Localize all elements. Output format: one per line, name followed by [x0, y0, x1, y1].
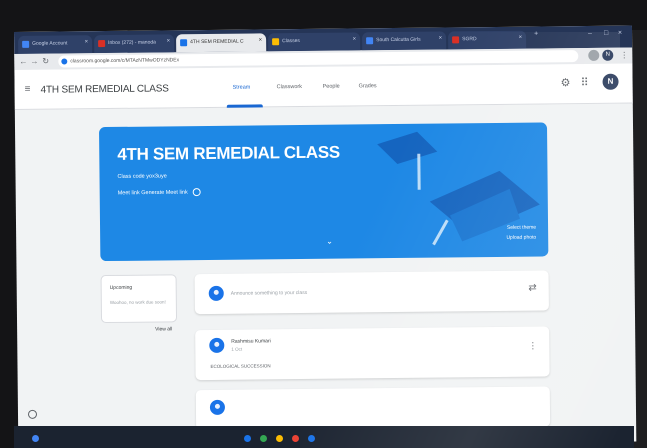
new-tab-icon[interactable]: +	[534, 31, 538, 38]
view-all-link[interactable]: View all	[155, 326, 172, 332]
upcoming-subtitle: Woohoo, no work due soon!	[109, 299, 166, 306]
profile-icon[interactable]: N	[602, 49, 614, 61]
banner-title: 4TH SEM REMEDIAL CLASS	[117, 142, 340, 164]
meet-link-text: Meet link Generate Meet link	[117, 189, 188, 197]
browser-tab-label: South Calcutta Girls	[376, 36, 421, 44]
forward-icon[interactable]: →	[30, 57, 38, 66]
hamburger-icon[interactable]: ≡	[25, 84, 31, 95]
post-author: Rashmisu Kumari	[231, 338, 271, 345]
post-date: 1 Oct	[231, 346, 243, 352]
browser-tab[interactable]: South Calcutta Girls ×	[362, 31, 447, 51]
browser-tab-label: Inbox (272) - manoda	[108, 39, 156, 47]
extension-icon[interactable]	[588, 49, 600, 61]
browser-tab[interactable]: Inbox (272) - manoda ×	[94, 34, 175, 54]
tab-grades[interactable]: Grades	[359, 83, 377, 89]
close-icon[interactable]: ×	[167, 38, 171, 44]
url-text: classroom.google.com/c/MTAzNTMwODYzNDEx	[70, 57, 180, 65]
apps-grid-icon[interactable]: ⠿	[580, 76, 589, 89]
upcoming-card: Upcoming Woohoo, no work due soon!	[100, 274, 178, 324]
class-banner: 4TH SEM REMEDIAL CLASS Class code yox3uy…	[99, 122, 549, 262]
close-icon[interactable]: ×	[439, 36, 443, 42]
user-avatar-icon	[208, 285, 224, 301]
gmail-favicon-icon	[98, 40, 106, 48]
author-avatar-icon	[209, 399, 226, 415]
google-favicon-icon	[22, 40, 30, 48]
taskbar-app-icon[interactable]	[292, 435, 299, 442]
taskbar-app-icon[interactable]	[308, 435, 315, 442]
browser-tab-label: Classes	[282, 38, 300, 45]
browser-tab-label: SGRD	[462, 36, 477, 43]
browser-tab[interactable]: Google Account ×	[18, 35, 93, 54]
info-icon[interactable]	[27, 409, 38, 419]
browser-tab[interactable]: Classes ×	[268, 32, 361, 52]
settings-icon[interactable]: ⚙	[560, 76, 571, 89]
close-icon[interactable]: ×	[519, 35, 523, 41]
browser-menu-icon[interactable]: ⋮	[620, 51, 628, 60]
classroom-favicon-icon	[272, 38, 280, 46]
page-favicon-icon	[366, 37, 374, 45]
tab-people[interactable]: People	[323, 84, 340, 90]
chevron-down-icon[interactable]: ⌄	[326, 237, 333, 246]
tab-classwork[interactable]: Classwork	[277, 84, 302, 90]
cap-tassel-small	[417, 153, 421, 190]
taskbar-app-icon[interactable]	[276, 435, 283, 442]
close-icon[interactable]: ×	[259, 37, 263, 43]
author-avatar-icon	[209, 337, 225, 353]
stream-post[interactable]	[195, 386, 551, 431]
classroom-header: ≡ 4TH SEM REMEDIAL CLASS Stream Classwor…	[14, 63, 633, 110]
upload-photo-link[interactable]: Upload photo	[506, 235, 536, 241]
browser-tab-label: Google Account	[32, 40, 68, 47]
post-body: ECOLOGICAL SUCCESSION	[210, 363, 271, 369]
lock-icon	[61, 58, 68, 65]
repost-icon[interactable]: ⇄	[528, 283, 537, 294]
tab-stream[interactable]: Stream	[233, 85, 251, 91]
close-window-icon[interactable]: ×	[618, 30, 622, 37]
avatar[interactable]: N	[602, 73, 619, 90]
close-icon[interactable]: ×	[85, 39, 89, 45]
browser-tab-active[interactable]: 4TH SEM REMEDIAL C ×	[176, 33, 267, 53]
start-icon[interactable]	[32, 435, 39, 442]
cap-tassel-large	[432, 219, 449, 246]
page-favicon-icon	[452, 36, 460, 44]
refresh-icon[interactable]	[192, 188, 201, 197]
close-icon[interactable]: ×	[353, 36, 357, 42]
meet-link-row[interactable]: Meet link Generate Meet link	[118, 188, 201, 197]
cap-board-small	[377, 131, 438, 164]
upcoming-title: Upcoming	[109, 284, 133, 292]
classroom-favicon-icon	[180, 39, 188, 47]
browser-tab-label: 4TH SEM REMEDIAL C	[190, 38, 244, 46]
announce-box[interactable]: Announce something to your class ⇄	[194, 270, 549, 315]
back-icon[interactable]: ←	[19, 57, 27, 66]
class-title[interactable]: 4TH SEM REMEDIAL CLASS	[41, 83, 169, 95]
taskbar-app-icon[interactable]	[260, 435, 267, 442]
stream-post[interactable]: Rashmisu Kumari 1 Oct ECOLOGICAL SUCCESS…	[195, 326, 550, 381]
more-options-icon[interactable]: ⋮	[528, 341, 537, 352]
os-taskbar	[14, 426, 634, 448]
browser-tab[interactable]: SGRD ×	[448, 30, 527, 50]
announce-placeholder: Announce something to your class	[230, 289, 308, 297]
class-code[interactable]: Class code yox3uye	[117, 173, 166, 180]
active-tab-indicator	[226, 104, 263, 108]
maximize-icon[interactable]: □	[604, 30, 608, 37]
minimize-icon[interactable]: –	[588, 30, 592, 37]
taskbar-app-icon[interactable]	[244, 435, 251, 442]
reload-icon[interactable]: ↻	[42, 57, 49, 66]
select-theme-link[interactable]: Select theme	[507, 225, 536, 231]
screen: Google Account × Inbox (272) - manoda × …	[14, 25, 637, 448]
